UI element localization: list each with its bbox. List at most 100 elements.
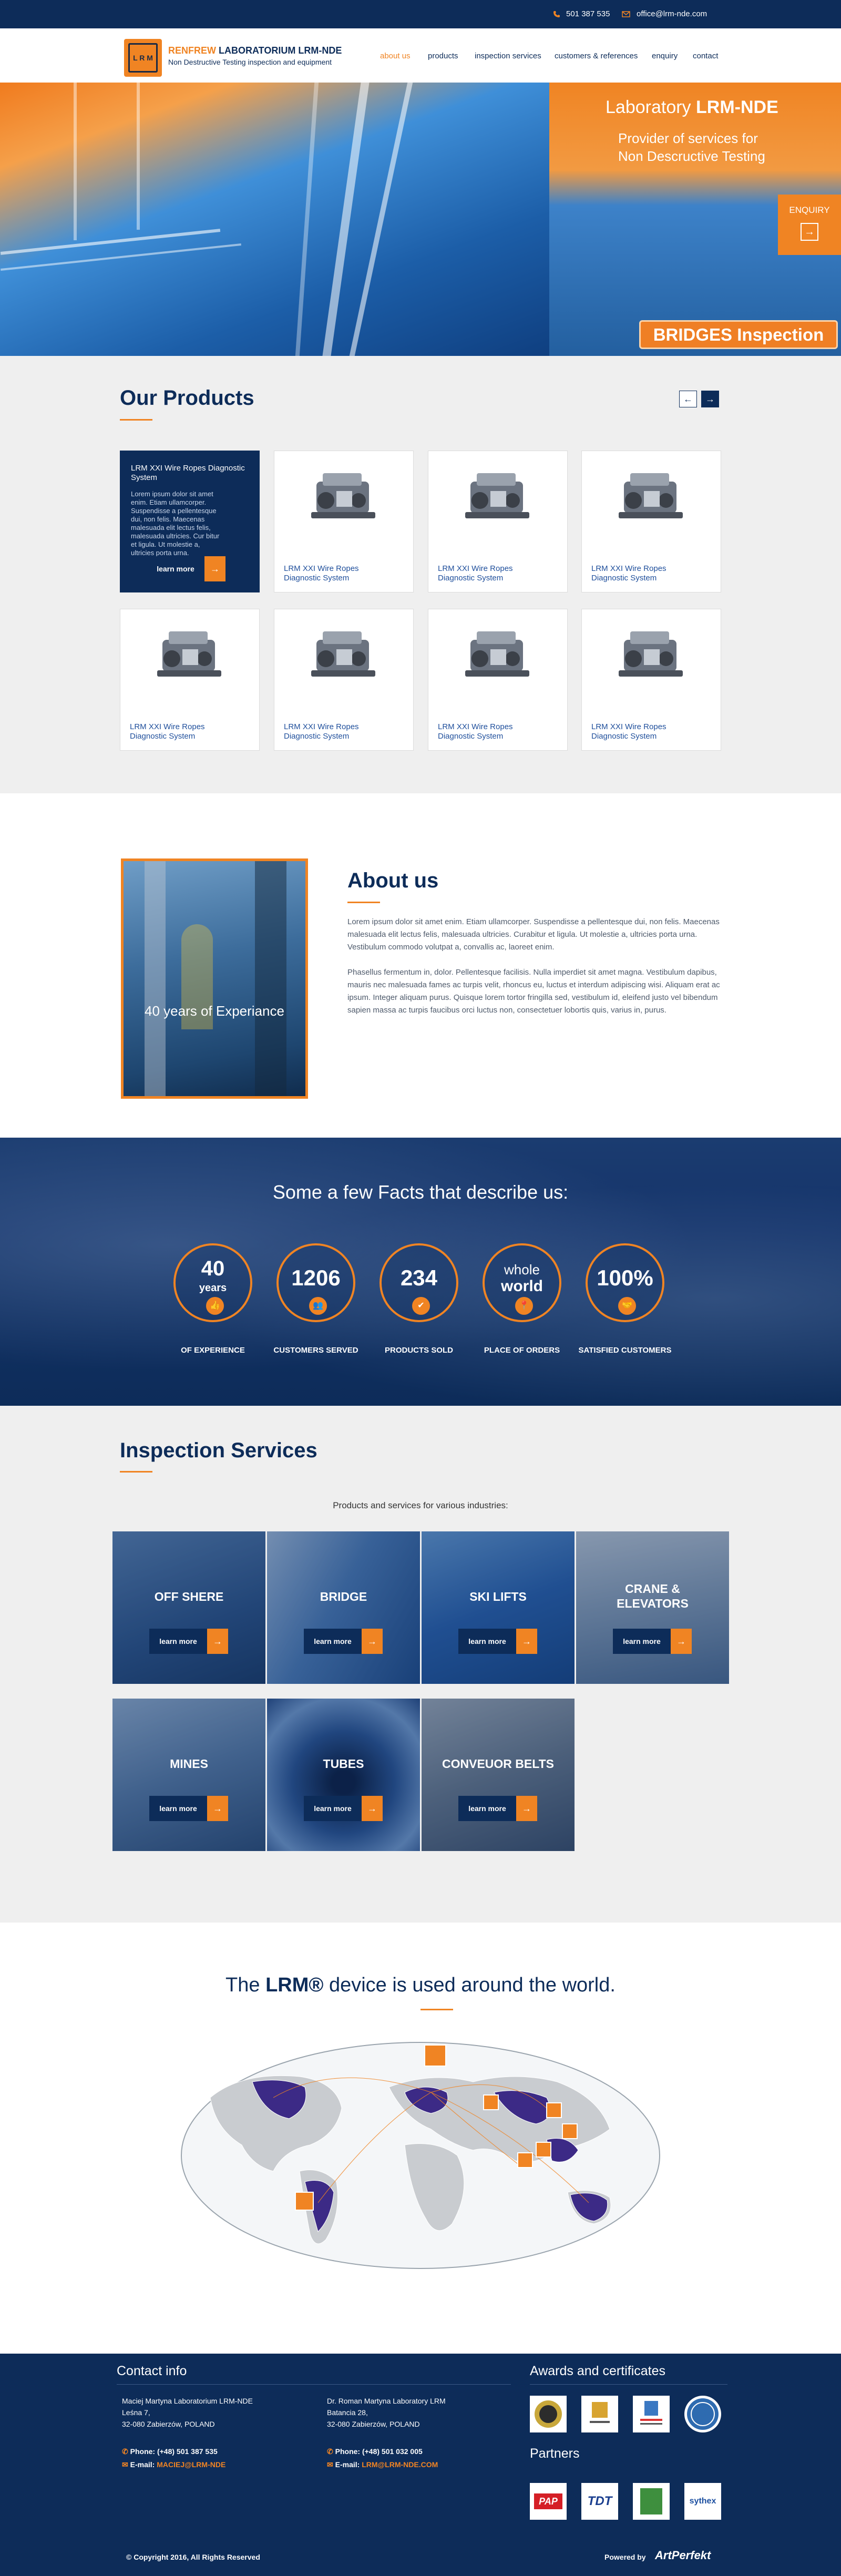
product-card-title-line-1: LRM XXI Wire Ropes	[591, 722, 666, 731]
fact-label: PLACE OF ORDERS	[484, 1346, 560, 1355]
partner-logo-pap[interactable]: PAP	[530, 2483, 567, 2520]
product-card-title-line-2: Diagnostic System	[130, 732, 196, 741]
product-card-title: LRM XXI Wire Ropes Diagnostic System	[131, 464, 245, 482]
map-marker[interactable]	[517, 2152, 533, 2168]
contact-col1-street: Leśna 7,	[122, 2408, 150, 2417]
top-bar: 501 387 535 office@lrm-nde.com	[0, 0, 841, 28]
learn-more-button[interactable]: learn more →	[613, 1629, 692, 1654]
product-card[interactable]: LRM XXI Wire Ropes Diagnostic System	[120, 609, 260, 751]
product-card[interactable]: LRM XXI Wire Ropes Diagnostic System	[581, 609, 721, 751]
product-card-title: LRM XXI Wire Ropes Diagnostic System	[438, 722, 513, 741]
arrow-left-icon: ←	[683, 394, 693, 404]
product-card-title-line-1: LRM XXI Wire Ropes	[438, 722, 513, 731]
hero-bridge-photo	[0, 83, 549, 356]
partner-logo-tdt[interactable]: TDT	[581, 2483, 618, 2520]
nav-products[interactable]: products	[428, 52, 458, 60]
world-map	[181, 2042, 660, 2269]
learn-more-button[interactable]: learn more →	[149, 1629, 228, 1654]
award-seal-icon	[687, 2398, 719, 2430]
award-certificate-icon	[590, 2402, 610, 2423]
product-card-title-line-1: LRM XXI Wire Ropes	[284, 722, 359, 731]
tile-conveyor-belts[interactable]: CONVEUOR BELTS learn more →	[422, 1699, 575, 1851]
product-card-title: LRM XXI Wire Ropes Diagnostic System	[284, 722, 359, 741]
arrow-right-icon: →	[207, 1796, 228, 1821]
email-link[interactable]: office@lrm-nde.com	[637, 0, 707, 28]
location-pin-icon: 📍	[515, 1297, 533, 1315]
product-card-title-line-2: Diagnostic System	[284, 732, 350, 741]
engine-image	[157, 631, 221, 677]
carousel-prev-button[interactable]: ←	[679, 391, 697, 407]
map-marker[interactable]	[536, 2142, 551, 2158]
fact-label: CUSTOMERS SERVED	[273, 1346, 358, 1355]
learn-more-button[interactable]: learn more →	[304, 1629, 383, 1654]
product-card-featured[interactable]: LRM XXI Wire Ropes Diagnostic System Lor…	[120, 451, 260, 592]
tile-crane-elevators[interactable]: CRANE & ELEVATORS learn more →	[576, 1531, 729, 1684]
enquiry-button[interactable]: ENQUIRY →	[778, 195, 841, 255]
inspection-subtitle: Products and services for various indust…	[333, 1500, 508, 1510]
contact-col2-street: Batancia 28,	[327, 2408, 368, 2417]
tile-label: OFF SHERE	[154, 1590, 224, 1603]
powered-by-label: Powered by	[604, 2553, 646, 2561]
title-underline	[420, 2009, 453, 2010]
learn-more-button[interactable]: learn more →	[458, 1629, 537, 1654]
product-card[interactable]: LRM XXI Wire Ropes Diagnostic System	[428, 609, 568, 751]
tile-mines[interactable]: MINES learn more →	[112, 1699, 265, 1851]
map-marker[interactable]	[562, 2123, 578, 2139]
carousel-next-button[interactable]: →	[701, 391, 719, 407]
tile-tubes[interactable]: TUBES learn more →	[267, 1699, 420, 1851]
award-badge-1	[530, 2396, 567, 2432]
map-marker[interactable]	[424, 2045, 446, 2067]
mail-icon: ✉	[327, 2460, 333, 2469]
tile-ski-lifts[interactable]: SKI LIFTS learn more →	[422, 1531, 575, 1684]
product-card[interactable]: LRM XXI Wire Ropes Diagnostic System	[274, 451, 414, 592]
tile-bridge[interactable]: BRIDGE learn more →	[267, 1531, 420, 1684]
brand-tagline: Non Destructive Testing inspection and e…	[168, 58, 332, 66]
tile-label: MINES	[170, 1757, 208, 1771]
nav-inspection-services[interactable]: inspection services	[475, 52, 541, 60]
nav-customers-references[interactable]: customers & references	[555, 52, 638, 60]
footer-divider	[117, 2384, 511, 2385]
product-card[interactable]: LRM XXI Wire Ropes Diagnostic System	[274, 609, 414, 751]
learn-more-button[interactable]: learn more →	[147, 556, 225, 581]
phone-value: (+48) 501 387 535	[157, 2447, 218, 2456]
hero-line-2: Non Descructive Testing	[618, 148, 765, 164]
email-value: MACIEJ@LRM-NDE	[157, 2460, 226, 2469]
contact-col2-phone[interactable]: ✆ Phone: (+48) 501 032 005	[327, 2447, 423, 2456]
logo[interactable]: L R M	[124, 39, 162, 77]
contact-col2-email[interactable]: ✉ E-mail: LRM@LRM-NDE.COM	[327, 2460, 438, 2469]
tile-label-line-1: CRANE &	[625, 1582, 680, 1596]
contact-col1-phone[interactable]: ✆ Phone: (+48) 501 387 535	[122, 2447, 218, 2456]
award-badge-3	[633, 2396, 670, 2432]
map-marker[interactable]	[483, 2094, 499, 2110]
nav-enquiry[interactable]: enquiry	[652, 52, 678, 60]
tile-offshore[interactable]: OFF SHERE learn more →	[112, 1531, 265, 1684]
arrow-right-icon: →	[207, 1629, 228, 1654]
fact-value: 234	[400, 1265, 438, 1290]
product-card[interactable]: LRM XXI Wire Ropes Diagnostic System	[428, 451, 568, 592]
product-card-title-line-2: Diagnostic System	[438, 732, 504, 741]
nav-about-us[interactable]: about us	[380, 52, 411, 60]
product-card-title-line-1: LRM XXI Wire Ropes	[130, 722, 205, 731]
tile-label: CRANE & ELEVATORS	[576, 1581, 729, 1611]
nav-contact[interactable]: contact	[693, 52, 718, 60]
contact-col1-email[interactable]: ✉ E-mail: MACIEJ@LRM-NDE	[122, 2460, 225, 2469]
learn-more-button[interactable]: learn more →	[149, 1796, 228, 1821]
partner-logo-text: TDT	[587, 2494, 612, 2508]
map-marker[interactable]	[295, 2192, 314, 2211]
hero-heading: Laboratory LRM-NDE	[606, 97, 778, 118]
mail-icon: ✉	[122, 2460, 128, 2469]
learn-more-button[interactable]: learn more →	[458, 1796, 537, 1821]
product-card-title: LRM XXI Wire Ropes Diagnostic System	[284, 564, 359, 583]
partner-logo-3[interactable]	[633, 2483, 670, 2520]
thumbs-up-icon: 👍	[206, 1297, 224, 1315]
fact-circle: 40 years 👍	[173, 1243, 252, 1322]
logo-mark: L R M	[128, 43, 158, 73]
powered-by-brand[interactable]: ArtPerfekt	[655, 2549, 711, 2562]
phone-number[interactable]: 501 387 535	[566, 0, 610, 28]
check-badge-icon: ✔	[412, 1297, 430, 1315]
product-card[interactable]: LRM XXI Wire Ropes Diagnostic System	[581, 451, 721, 592]
partner-logo-sythex[interactable]: sythex	[684, 2483, 721, 2520]
map-marker[interactable]	[546, 2102, 562, 2118]
product-card-title: LRM XXI Wire Ropes Diagnostic System	[591, 722, 666, 741]
learn-more-button[interactable]: learn more →	[304, 1796, 383, 1821]
